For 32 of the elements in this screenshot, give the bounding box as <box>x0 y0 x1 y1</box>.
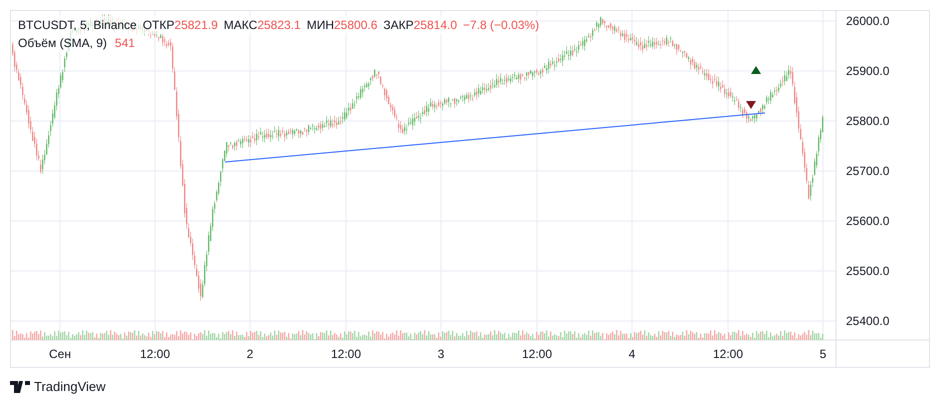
ohlc-label: МАКС <box>224 17 258 34</box>
ohlc-value: 25821.9 <box>174 17 218 34</box>
price-label: 25400.0 <box>846 314 890 328</box>
time-label: 2 <box>246 347 254 361</box>
price-label: 25600.0 <box>846 214 890 228</box>
ohlc-value: 25823.1 <box>257 17 301 34</box>
time-label: 3 <box>438 347 444 361</box>
symbol-label: BTCUSDT, 5, Binance <box>18 17 137 34</box>
ohlc-label: МИН <box>306 17 334 34</box>
volume-value: 541 <box>114 35 135 52</box>
time-label: 4 <box>628 347 636 361</box>
time-label: Сен <box>49 347 71 361</box>
ohlc-value: 25800.6 <box>334 17 378 34</box>
price-label: 26000.0 <box>846 14 890 28</box>
ohlc-label: ЗАКР <box>383 17 414 34</box>
ohlc-value: 25814.0 <box>414 17 458 34</box>
change-value: −7.8 (−0.03%) <box>463 17 540 34</box>
down-triangle-icon <box>746 101 756 109</box>
price-label: 25700.0 <box>846 164 890 178</box>
time-label: 12:00 <box>522 347 552 361</box>
time-label: 12:00 <box>330 347 362 361</box>
brand-text: TradingView <box>34 378 106 396</box>
price-label: 25800.0 <box>846 114 890 128</box>
price-label: 25500.0 <box>846 264 890 278</box>
time-label: 12:00 <box>140 347 170 361</box>
time-label: 12:00 <box>712 347 744 361</box>
ohlc-label: ОТКР <box>142 17 174 34</box>
price-label: 25900.0 <box>846 64 890 78</box>
logo-icon <box>10 380 30 393</box>
time-label: 5 <box>820 347 826 361</box>
volume-label: Объём (SMA, 9) <box>18 35 107 52</box>
up-triangle-icon <box>751 66 761 74</box>
